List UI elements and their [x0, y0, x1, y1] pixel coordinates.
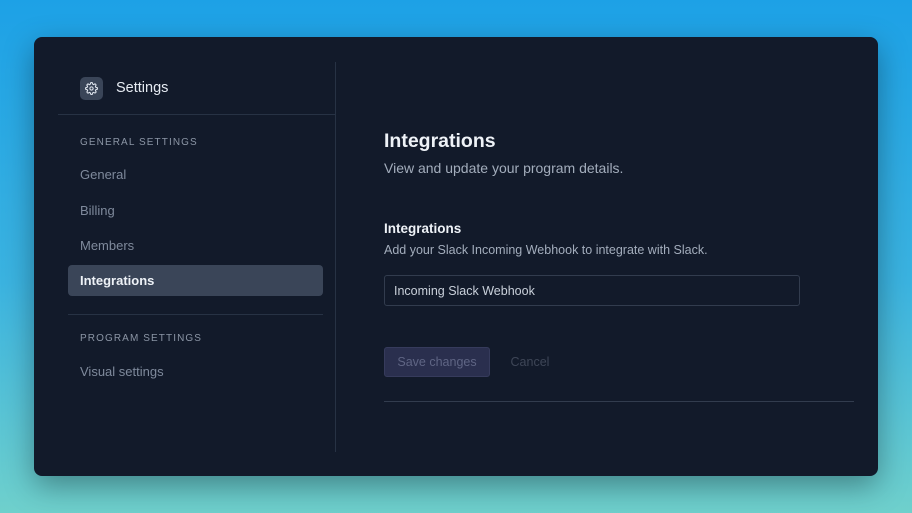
cancel-button[interactable]: Cancel: [504, 347, 556, 377]
sidebar-brand: Settings: [80, 76, 168, 100]
slack-webhook-input[interactable]: [384, 275, 800, 306]
integrations-section-description: Add your Slack Incoming Webhook to integ…: [384, 243, 708, 257]
section-label-general: GENERAL SETTINGS: [80, 137, 198, 148]
integrations-section-title: Integrations: [384, 221, 462, 236]
sidebar-item-visual-settings[interactable]: Visual settings: [68, 356, 323, 387]
sidebar-item-general[interactable]: General: [68, 159, 323, 190]
sidebar-section-divider: [68, 314, 323, 315]
sidebar-vertical-divider: [335, 62, 336, 452]
section-label-program: PROGRAM SETTINGS: [80, 333, 203, 344]
save-button[interactable]: Save changes: [384, 347, 490, 377]
sidebar-title: Settings: [116, 80, 169, 96]
sidebar: Settings GENERAL SETTINGS General Billin…: [34, 37, 336, 476]
form-footer-divider: [384, 401, 854, 402]
gear-icon: [80, 76, 103, 100]
page-subtitle: View and update your program details.: [384, 160, 624, 176]
sidebar-item-members[interactable]: Members: [68, 230, 323, 261]
settings-window: Settings GENERAL SETTINGS General Billin…: [34, 37, 878, 476]
sidebar-item-billing[interactable]: Billing: [68, 195, 323, 226]
sidebar-divider: [58, 114, 335, 115]
sidebar-item-integrations[interactable]: Integrations: [68, 265, 323, 296]
page-title: Integrations: [384, 130, 496, 152]
